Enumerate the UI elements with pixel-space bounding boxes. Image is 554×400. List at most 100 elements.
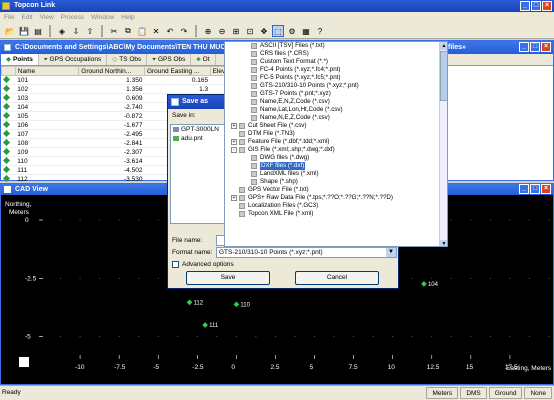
redo-icon[interactable]: ↷ [178, 25, 190, 37]
tab-points[interactable]: ◆ Points [1, 54, 39, 65]
tab-gps-occupations[interactable]: ⌖ GPS Occupations [39, 54, 108, 65]
cad-point[interactable] [233, 301, 240, 308]
cad-minimize-button[interactable]: _ [519, 184, 529, 194]
format-option[interactable]: - GIS File (*.xml;.shp;*.dwg;*.dxf) [225, 146, 447, 154]
delete-icon[interactable]: ✕ [150, 25, 162, 37]
cad-point[interactable] [186, 299, 193, 306]
tab-gps-obs-label: GPS Obs [157, 55, 186, 63]
status-units[interactable]: Meters [426, 387, 459, 399]
child-maximize-button[interactable]: □ [530, 42, 540, 52]
format-option[interactable]: FC-5 Points (*.xyz;*.fc5;*.pnt) [225, 74, 447, 82]
zoom-in-icon[interactable]: ⊕ [202, 25, 214, 37]
status-projection[interactable]: None [524, 387, 552, 399]
format-option[interactable]: LandXML files (*.xml) [225, 170, 447, 178]
format-option[interactable]: ASCII [TSV] Files (*.txt) [225, 42, 447, 50]
print-icon[interactable]: ▤ [32, 25, 44, 37]
maximize-button[interactable]: □ [531, 1, 541, 11]
select-icon[interactable]: ⬚ [272, 25, 284, 37]
menu-process[interactable]: Process [61, 12, 84, 23]
menu-file[interactable]: File [4, 12, 14, 23]
zoom-window-icon[interactable]: ⊞ [230, 25, 242, 37]
undo-icon[interactable]: ↶ [164, 25, 176, 37]
cad-maximize-button[interactable]: □ [530, 184, 540, 194]
scroll-down-icon[interactable]: ▼ [440, 240, 447, 246]
cut-icon[interactable]: ✂ [108, 25, 120, 37]
help-icon[interactable]: ? [314, 25, 326, 37]
expand-icon[interactable]: + [231, 123, 237, 129]
child-minimize-button[interactable]: _ [519, 42, 529, 52]
format-option[interactable]: CRS files (*.CRS) [225, 50, 447, 58]
format-option[interactable]: + GPS+ Raw Data File (*.tps;*.??O;*.??G;*… [225, 194, 447, 202]
format-option[interactable]: + Cut Sheet File (*.csv) [225, 122, 447, 130]
format-select[interactable]: GTS-210/310-10 Points (*.xyz;*.pnt) ▼ [216, 247, 397, 258]
chevron-down-icon[interactable]: ▼ [386, 248, 396, 257]
format-option[interactable]: Custom Text Format (*.*) [225, 58, 447, 66]
format-option[interactable]: GPS Vector File (*.txt) [225, 186, 447, 194]
format-option[interactable]: + Feature File (*.dbf;*.tdd;*.xml) [225, 138, 447, 146]
format-option-label: DXF files (*.dxf) [260, 162, 306, 170]
tab-ts-obs[interactable]: ◇ TS Obs [107, 54, 148, 65]
import-icon[interactable]: ⇩ [70, 25, 82, 37]
copy-icon[interactable]: ⧉ [122, 25, 134, 37]
open-icon[interactable]: 📂 [4, 25, 16, 37]
status-coords[interactable]: Ground [488, 387, 523, 399]
format-option[interactable]: DTM File (*.TN3) [225, 130, 447, 138]
dropdown-scrollbar[interactable]: ▲ ▼ [439, 42, 447, 246]
zoom-extents-icon[interactable]: ⊡ [244, 25, 256, 37]
save-button[interactable]: Save [186, 271, 270, 285]
format-option[interactable]: Name,N,E,Z,Code (*.csv) [225, 114, 447, 122]
scroll-up-icon[interactable]: ▲ [440, 42, 447, 50]
pan-icon[interactable]: ✥ [258, 25, 270, 37]
advanced-options-checkbox[interactable] [172, 261, 179, 268]
format-option[interactable]: Localization Files (*.GC3) [225, 202, 447, 210]
gps-icon[interactable]: ◈ [56, 25, 68, 37]
settings-icon[interactable]: ⚙ [286, 25, 298, 37]
zoom-out-icon[interactable]: ⊖ [216, 25, 228, 37]
column-header-icon[interactable] [1, 66, 16, 76]
table-row[interactable]: 101 1.350 0.165 [1, 75, 253, 85]
format-option[interactable]: DWG files (*.dwg) [225, 154, 447, 162]
format-option[interactable]: Topcon XML File (*.xml) [225, 210, 447, 218]
child-close-button[interactable]: × [541, 42, 551, 52]
layers-icon[interactable]: ▦ [300, 25, 312, 37]
menu-window[interactable]: Window [91, 12, 114, 23]
cad-point[interactable] [421, 281, 427, 287]
other-tab-icon: ♣ [196, 55, 201, 63]
grid-dot [118, 277, 120, 279]
close-button[interactable]: × [542, 1, 552, 11]
cad-point[interactable] [202, 322, 208, 328]
format-option[interactable]: Name,Lat,Lon,Ht,Code (*.csv) [225, 106, 447, 114]
grid-dot [196, 336, 198, 338]
column-header-northing[interactable]: Ground Northin... [78, 66, 145, 76]
format-option[interactable]: GTS-210/310-10 Points (*.xyz;*.pnt) [225, 82, 447, 90]
export-icon[interactable]: ⇧ [84, 25, 96, 37]
table-row[interactable]: 102 1.356 1.3 [1, 84, 253, 94]
format-option[interactable]: Name,E,N,Z,Code (*.csv) [225, 98, 447, 106]
format-option[interactable]: Shape (*.shp) [225, 178, 447, 186]
format-option[interactable]: FC-4 Points (*.xyz;*.fc4;*.pnt) [225, 66, 447, 74]
column-header-name[interactable]: Name [14, 66, 80, 76]
x-tick-label: 5 [310, 364, 314, 371]
save-icon[interactable]: 💾 [18, 25, 30, 37]
scroll-thumb[interactable] [440, 51, 447, 101]
tab-other-label: Ot [202, 55, 210, 63]
expand-icon[interactable]: + [231, 139, 237, 145]
menu-view[interactable]: View [40, 12, 54, 23]
cad-close-button[interactable]: × [541, 184, 551, 194]
minimize-button[interactable]: _ [520, 1, 530, 11]
expand-icon[interactable]: + [231, 195, 237, 201]
menu-edit[interactable]: Edit [21, 12, 32, 23]
paste-icon[interactable]: 📋 [136, 25, 148, 37]
format-option[interactable]: GTS-7 Points (*.pnt;*.xyz) [225, 90, 447, 98]
tab-other[interactable]: ♣ Ot [191, 54, 216, 65]
cancel-button[interactable]: Cancel [295, 271, 379, 285]
format-file-icon [239, 195, 245, 201]
status-angle[interactable]: DMS [460, 387, 487, 399]
format-option[interactable]: DXF files (*.dxf) [225, 162, 447, 170]
expand-icon[interactable]: - [231, 147, 237, 153]
tab-gps-obs[interactable]: ⌖ GPS Obs [147, 54, 192, 65]
column-header-easting[interactable]: Ground Easting ... [143, 66, 211, 76]
format-dropdown-list[interactable]: ASCII [TSV] Files (*.txt) CRS files (*.CR… [224, 41, 448, 247]
menu-help[interactable]: Help [121, 12, 134, 23]
zoom-grid-icon[interactable] [19, 357, 29, 367]
